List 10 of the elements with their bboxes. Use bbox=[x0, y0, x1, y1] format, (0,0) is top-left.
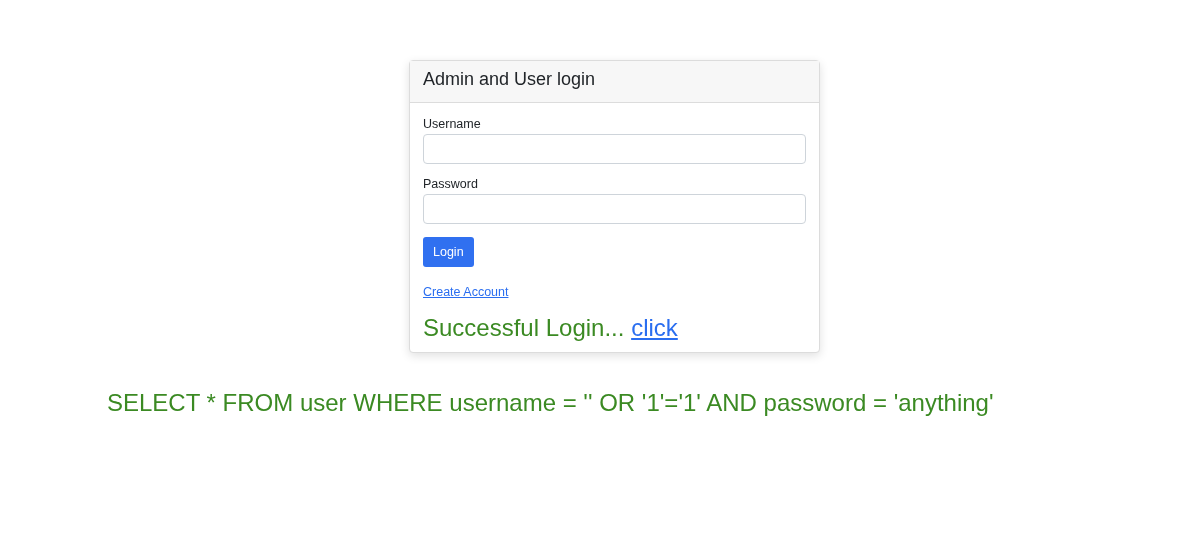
login-button[interactable]: Login bbox=[423, 237, 474, 267]
create-account-link[interactable]: Create Account bbox=[423, 285, 509, 299]
field-label: Username bbox=[423, 117, 482, 131]
sql-query-text: SELECT * FROM user WHERE username = '' OR '1'='1' AND password = 'anything' bbox=[107, 389, 995, 417]
input-field[interactable] bbox=[423, 194, 806, 224]
success-message: Successful Login... click bbox=[423, 314, 679, 342]
click-link[interactable]: click bbox=[631, 314, 678, 341]
card-title: Admin and User login bbox=[423, 69, 596, 89]
input-field[interactable] bbox=[423, 134, 806, 164]
field-label: Password bbox=[423, 177, 479, 191]
